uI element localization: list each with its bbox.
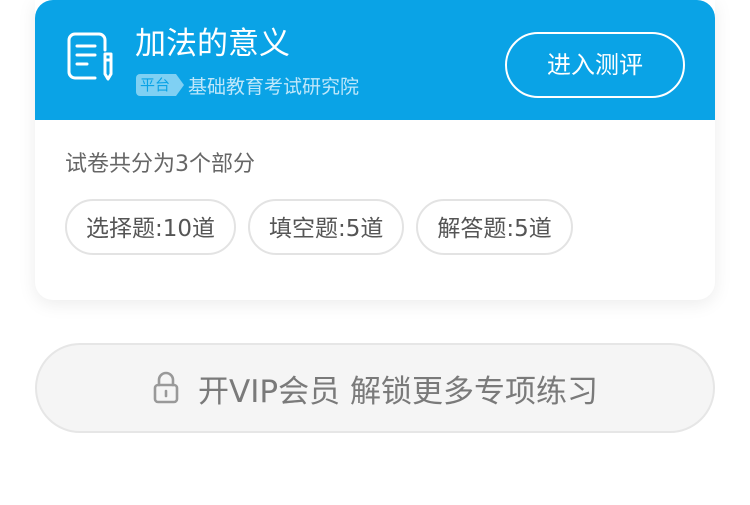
vip-unlock-button[interactable]: 开VIP会员 解锁更多专项练习 bbox=[35, 343, 715, 433]
section-chip-answer: 解答题:5道 bbox=[416, 199, 573, 255]
enter-test-button[interactable]: 进入测评 bbox=[505, 32, 685, 98]
publisher-row: 平台 基础教育考试研究院 bbox=[136, 72, 359, 98]
section-chip-choice: 选择题:10道 bbox=[65, 199, 237, 255]
document-edit-icon bbox=[67, 32, 113, 81]
publisher-name: 基础教育考试研究院 bbox=[188, 75, 360, 98]
platform-tag: 平台 bbox=[136, 74, 185, 96]
lock-icon bbox=[153, 371, 179, 404]
card-header: 加法的意义 平台 基础教育考试研究院 进入测评 bbox=[35, 0, 715, 120]
exam-card: 加法的意义 平台 基础教育考试研究院 进入测评 试卷共分为3个部分 选择题:10… bbox=[35, 0, 715, 300]
section-chip-fill-blank: 填空题:5道 bbox=[248, 199, 405, 255]
section-chips: 选择题:10道 填空题:5道 解答题:5道 bbox=[65, 199, 573, 255]
exam-summary: 试卷共分为3个部分 bbox=[65, 152, 255, 177]
vip-unlock-label: 开VIP会员 解锁更多专项练习 bbox=[198, 373, 598, 410]
exam-title: 加法的意义 bbox=[135, 26, 290, 62]
